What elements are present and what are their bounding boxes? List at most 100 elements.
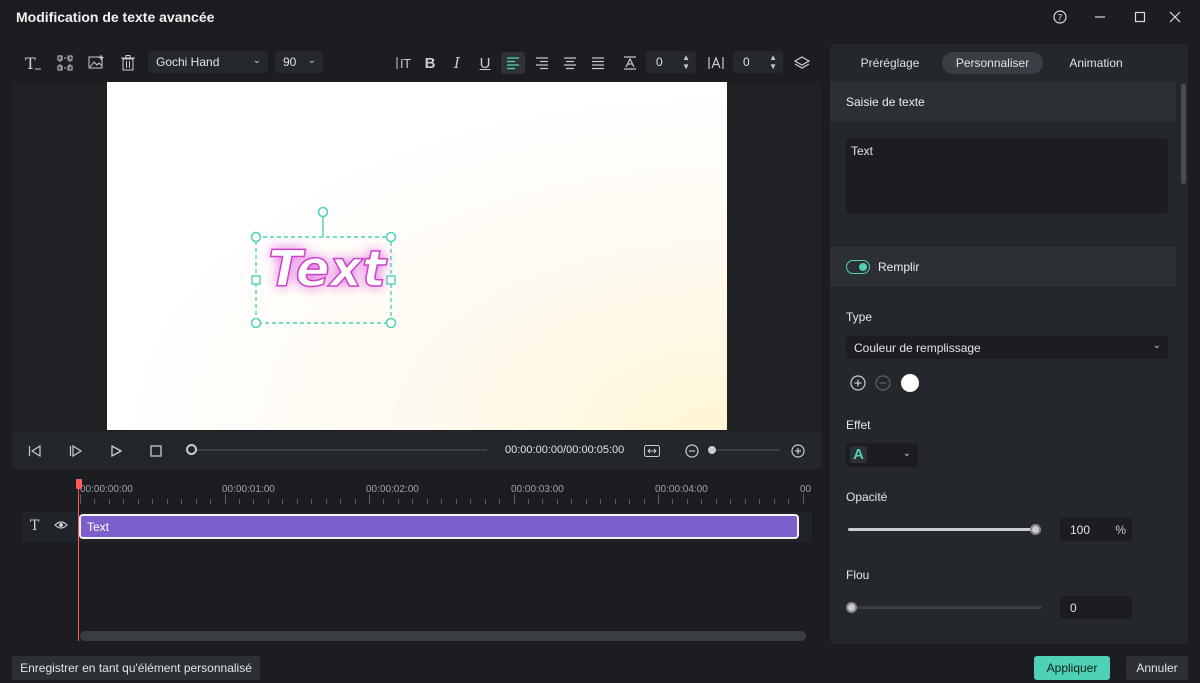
ruler-tick	[773, 499, 775, 504]
svg-text:?: ?	[1058, 14, 1063, 24]
align-justify-icon[interactable]	[585, 52, 611, 74]
align-center-icon[interactable]	[557, 52, 583, 74]
eye-icon[interactable]	[54, 519, 68, 534]
playback-progress-track[interactable]	[191, 449, 487, 451]
ruler-tick	[354, 499, 356, 504]
align-left-icon[interactable]	[501, 52, 525, 74]
ruler-tick	[788, 499, 790, 504]
opacity-input[interactable]: 100 %	[1060, 518, 1132, 541]
previous-frame-icon[interactable]	[24, 440, 46, 462]
effect-select[interactable]: A ⌄	[846, 443, 918, 467]
ruler-tick	[369, 494, 370, 504]
help-icon[interactable]: ?	[1048, 6, 1072, 28]
zoom-in-icon[interactable]	[787, 440, 809, 462]
svg-text:T: T	[25, 55, 36, 71]
zoom-slider-track[interactable]	[712, 449, 780, 451]
blur-input[interactable]: 0	[1060, 596, 1132, 619]
ruler-tick	[441, 499, 443, 504]
zoom-out-icon[interactable]	[681, 440, 703, 462]
playhead-handle[interactable]	[76, 479, 82, 489]
text-clip[interactable]: Text	[79, 514, 799, 539]
underline-icon[interactable]: U	[472, 52, 498, 74]
add-color-icon[interactable]	[850, 375, 866, 394]
stepper-arrows-icon[interactable]: ▲ ▼	[769, 53, 777, 71]
ruler-tick	[542, 499, 544, 504]
color-swatch[interactable]	[901, 374, 919, 392]
text-tool-icon[interactable]: T	[20, 52, 46, 74]
opacity-slider-track[interactable]	[848, 528, 1036, 531]
ruler-tick	[470, 499, 472, 504]
ruler-tick	[527, 499, 529, 504]
bold-icon[interactable]: B	[417, 52, 443, 74]
blur-slider-handle[interactable]	[846, 602, 857, 613]
chevron-down-icon: ⌄	[1152, 340, 1161, 351]
ruler-label: 00:00:04:00	[655, 484, 708, 495]
maximize-icon[interactable]	[1128, 6, 1152, 28]
layers-icon[interactable]	[789, 52, 815, 74]
stop-icon[interactable]	[145, 440, 167, 462]
minimize-icon[interactable]	[1088, 6, 1112, 28]
ruler-tick	[658, 494, 659, 504]
font-size-select[interactable]: 90 ⌄	[275, 51, 323, 73]
ruler-label: 00:00:02:00	[366, 484, 419, 495]
char-spacing-stepper[interactable]: 0 ▲ ▼	[733, 51, 783, 73]
save-custom-button[interactable]: Enregistrer en tant qu'élément personnal…	[12, 656, 260, 680]
ruler-tick	[802, 494, 804, 504]
fill-header: Remplir	[830, 247, 1176, 287]
opacity-slider-fill	[848, 528, 1036, 531]
ruler-tick	[311, 499, 313, 504]
remove-color-icon[interactable]	[875, 375, 891, 394]
ruler-tick	[210, 499, 212, 504]
italic-icon[interactable]: I	[444, 52, 470, 74]
panel-scrollbar[interactable]	[1181, 84, 1186, 184]
ruler-tick	[152, 499, 154, 504]
playback-progress-handle[interactable]	[186, 444, 197, 455]
ruler-tick	[397, 499, 399, 504]
line-spacing-icon[interactable]	[617, 52, 643, 74]
char-spacing-value: 0	[743, 55, 750, 69]
playhead[interactable]	[78, 481, 79, 641]
delete-icon[interactable]	[115, 52, 141, 74]
stepper-arrows-icon[interactable]: ▲ ▼	[682, 53, 690, 71]
ruler-tick	[730, 499, 732, 504]
blur-label: Flou	[846, 568, 870, 582]
ruler-tick	[267, 499, 269, 504]
blur-slider-track[interactable]	[852, 606, 1042, 609]
fill-type-select[interactable]: Couleur de remplissage ⌄	[846, 336, 1168, 359]
transform-tool-icon[interactable]	[52, 52, 78, 74]
ruler-tick	[614, 499, 616, 504]
clip-label: Text	[87, 519, 110, 534]
tab-customize[interactable]: Personnaliser	[942, 52, 1043, 74]
tab-preset[interactable]: Préréglage	[850, 52, 930, 74]
font-select[interactable]: Gochi Hand ⌄	[148, 51, 268, 73]
next-frame-icon[interactable]	[65, 440, 87, 462]
close-icon[interactable]	[1163, 6, 1187, 28]
preview-text[interactable]: Text	[247, 239, 407, 299]
ruler-tick	[672, 499, 674, 504]
svg-text:IT: IT	[400, 57, 411, 71]
char-spacing-icon[interactable]	[703, 52, 729, 74]
text-height-icon[interactable]: IT	[390, 52, 416, 74]
video-preview[interactable]: Text Text	[107, 82, 727, 430]
line-spacing-stepper[interactable]: 0 ▲ ▼	[646, 51, 696, 73]
fit-icon[interactable]	[641, 440, 663, 462]
ruler-tick	[94, 499, 96, 504]
text-entry-field[interactable]: Text	[846, 138, 1168, 214]
line-spacing-value: 0	[656, 55, 663, 69]
add-image-icon[interactable]	[83, 52, 109, 74]
align-right-icon[interactable]	[529, 52, 555, 74]
ruler-tick	[340, 499, 342, 504]
cancel-button[interactable]: Annuler	[1126, 656, 1188, 680]
effect-glyph: A	[850, 446, 867, 463]
zoom-slider-handle[interactable]	[708, 446, 716, 454]
ruler-tick	[455, 499, 457, 504]
fill-toggle[interactable]	[846, 260, 870, 274]
apply-button[interactable]: Appliquer	[1034, 656, 1110, 680]
tab-animation[interactable]: Animation	[1058, 52, 1134, 74]
text-selection-box[interactable]	[107, 82, 727, 430]
play-icon[interactable]	[105, 440, 127, 462]
opacity-slider-handle[interactable]	[1030, 524, 1041, 535]
ruler-tick	[686, 499, 688, 504]
timeline-scrollbar[interactable]	[80, 631, 806, 641]
text-entry-title: Saisie de texte	[846, 95, 925, 109]
